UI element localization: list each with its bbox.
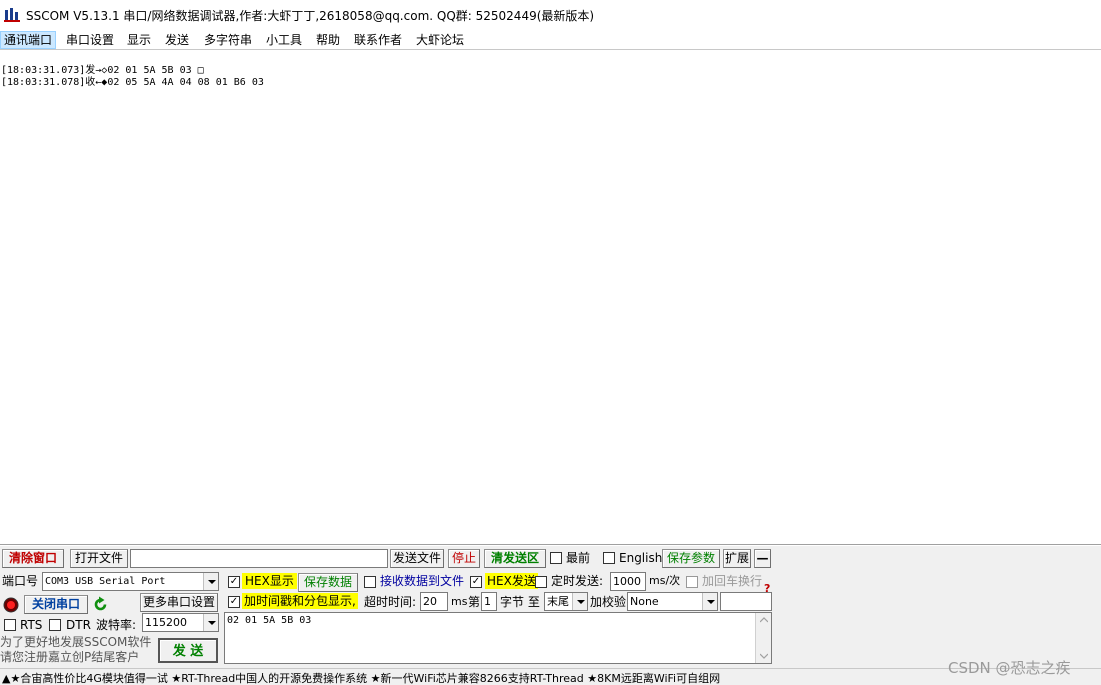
port-status-icon [3, 597, 19, 613]
save-data-button[interactable]: 保存数据 [298, 573, 358, 592]
timeout-unit-label: ms [451, 595, 468, 608]
status-marquee-text: ▲★合宙高性价比4G模块值得一试 ★RT-Thread中国人的开源免费操作系统 … [2, 672, 721, 685]
menu-bar: 通讯端口 串口设置 显示 发送 多字符串 小工具 帮助 联系作者 大虾论坛 [0, 30, 1101, 50]
chevron-down-icon [203, 614, 218, 631]
hex-display-label: HEX显示 [242, 573, 297, 589]
nth-byte-input[interactable]: 1 [481, 592, 497, 611]
port-select[interactable]: COM3 USB Serial Port [42, 572, 219, 591]
status-bar: ▲★合宙高性价比4G模块值得一试 ★RT-Thread中国人的开源免费操作系统 … [0, 668, 1101, 685]
menu-contact-author[interactable]: 联系作者 [351, 31, 405, 49]
clear-send-area-button[interactable]: 清发送区 [484, 549, 546, 568]
menu-forum[interactable]: 大虾论坛 [413, 31, 467, 49]
promo-text-2: 请您注册嘉立创P结尾客户 [0, 650, 140, 664]
file-path-field[interactable] [130, 549, 388, 568]
recv-to-file-label: 接收数据到文件 [380, 574, 465, 588]
dtr-checkbox[interactable] [49, 619, 61, 631]
expand-button[interactable]: 扩展 [723, 549, 751, 568]
chevron-down-icon [702, 593, 717, 610]
menu-send[interactable]: 发送 [162, 31, 192, 49]
watermark: CSDN @恐志之疾 [948, 659, 1071, 677]
scroll-up-icon[interactable] [760, 617, 768, 623]
stop-button[interactable]: 停止 [448, 549, 480, 568]
send-file-button[interactable]: 发送文件 [390, 549, 444, 568]
send-area-scrollbar[interactable] [755, 613, 771, 663]
port-select-value: COM3 USB Serial Port [45, 576, 166, 587]
clear-window-button[interactable]: 清除窗口 [2, 549, 64, 568]
english-checkbox[interactable] [603, 552, 615, 564]
promo-text-1: 为了更好地发展SSCOM软件 [0, 635, 152, 649]
chevron-down-icon [203, 573, 218, 590]
menu-multi-string[interactable]: 多字符串 [201, 31, 255, 49]
interval-unit-label: ms/次 [649, 574, 681, 587]
baud-select-value: 115200 [145, 616, 187, 629]
add-crlf-checkbox[interactable] [686, 576, 698, 588]
english-label: English [619, 551, 663, 565]
menu-tools[interactable]: 小工具 [263, 31, 305, 49]
timestamp-checkbox[interactable]: ✓ [228, 596, 240, 608]
window-title: SSCOM V5.13.1 串口/网络数据调试器,作者:大虾丁丁,2618058… [26, 9, 595, 23]
menu-serial-settings[interactable]: 串口设置 [63, 31, 117, 49]
end-select[interactable]: 末尾 [544, 592, 588, 611]
timed-send-label: 定时发送: [551, 574, 604, 588]
control-panel: 清除窗口 打开文件 发送文件 停止 清发送区 最前 English 保存参数 扩… [0, 546, 1101, 668]
port-label: 端口号 [2, 574, 39, 588]
hex-display-checkbox[interactable]: ✓ [228, 576, 240, 588]
interval-input[interactable]: 1000 [610, 572, 646, 591]
rts-label: RTS [20, 618, 43, 632]
recv-to-file-checkbox[interactable] [364, 576, 376, 588]
menu-display[interactable]: 显示 [124, 31, 154, 49]
nth-label: 第 [468, 595, 481, 609]
baud-label: 波特率: [96, 618, 137, 632]
topmost-checkbox[interactable] [550, 552, 562, 564]
open-file-button[interactable]: 打开文件 [70, 549, 128, 568]
hex-send-label: HEX发送 [485, 573, 538, 589]
receive-log[interactable]: [18:03:31.073]发→◇02 01 5A 5B 03 □ [18:03… [0, 51, 1101, 545]
log-line-sent: [18:03:31.073]发→◇02 01 5A 5B 03 □ [1, 65, 204, 76]
dtr-label: DTR [66, 618, 91, 632]
title-bar: SSCOM V5.13.1 串口/网络数据调试器,作者:大虾丁丁,2618058… [0, 0, 1101, 30]
log-line-received: [18:03:31.078]收←◆02 05 5A 4A 04 08 01 B6… [1, 77, 264, 88]
byte-to-label: 字节 至 [500, 595, 540, 609]
timeout-label: 超时时间: [364, 595, 417, 609]
menu-comm-port[interactable]: 通讯端口 [0, 31, 57, 49]
hex-send-checkbox[interactable]: ✓ [470, 576, 482, 588]
checksum-select[interactable]: None [627, 592, 718, 611]
send-button[interactable]: 发 送 [158, 638, 218, 663]
timestamp-label: 加时间戳和分包显示, [242, 593, 358, 609]
checksum-label: 加校验 [590, 595, 627, 609]
sscom-app-icon [4, 8, 20, 22]
close-port-button[interactable]: 关闭串口 [24, 595, 88, 614]
checksum-extra-field[interactable] [720, 592, 772, 611]
rts-checkbox[interactable] [4, 619, 16, 631]
more-port-settings-button[interactable]: 更多串口设置 [140, 593, 218, 612]
timed-send-checkbox[interactable] [535, 576, 547, 588]
end-select-value: 末尾 [547, 595, 569, 608]
send-text-content: 02 01 5A 5B 03 [227, 615, 312, 626]
checksum-select-value: None [630, 595, 659, 608]
timeout-input[interactable]: 20 [420, 592, 448, 611]
menu-help[interactable]: 帮助 [313, 31, 343, 49]
save-params-button[interactable]: 保存参数 [662, 549, 720, 568]
refresh-icon[interactable] [92, 596, 109, 613]
topmost-label: 最前 [566, 551, 591, 565]
baud-select[interactable]: 115200 [142, 613, 219, 632]
add-crlf-label: 加回车换行 [702, 574, 763, 588]
send-text-area[interactable]: 02 01 5A 5B 03 [224, 612, 772, 664]
collapse-button[interactable]: — [754, 549, 771, 568]
chevron-down-icon [572, 593, 587, 610]
scroll-down-icon[interactable] [760, 653, 768, 659]
